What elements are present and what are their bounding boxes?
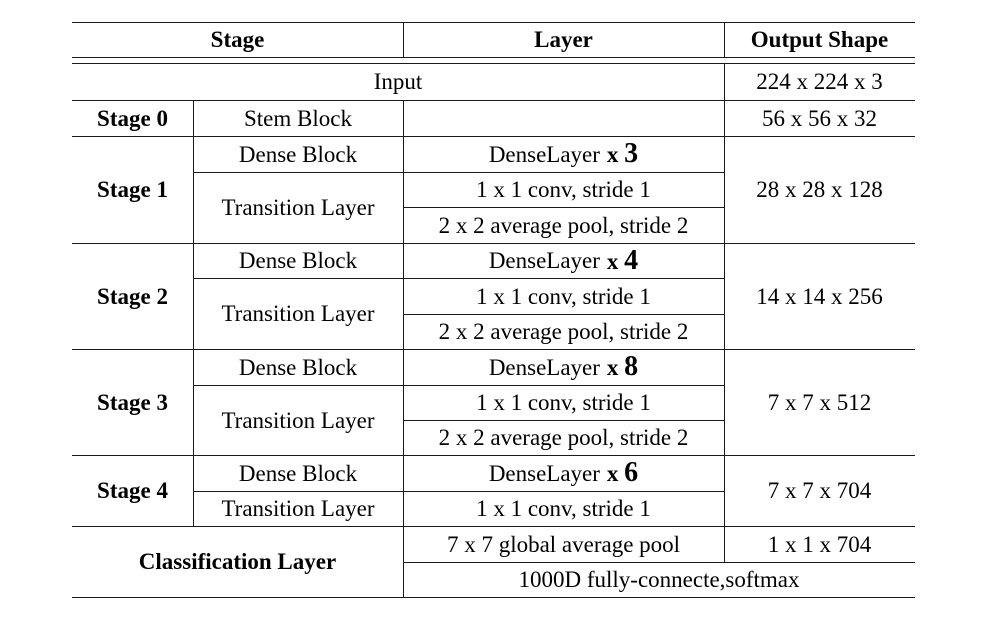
times-sign: x — [606, 248, 619, 274]
stage1-pool: 2 x 2 average pool, stride 2 — [438, 212, 689, 238]
repeat-multiplier: x 4 — [606, 244, 639, 276]
stage3-conv: 1 x 1 conv, stride 1 — [476, 390, 651, 415]
stage3-dense-block: Dense Block — [238, 354, 358, 380]
classification-label: Classification Layer — [138, 549, 337, 574]
input-label: Input — [373, 69, 423, 94]
stage1-output: 28 x 28 x 128 — [756, 177, 883, 202]
stage0-block: Stem Block — [244, 105, 352, 131]
stage1-label: Stage 1 — [97, 177, 168, 202]
stage2-dense-block: Dense Block — [238, 248, 358, 273]
stage2-dense-layer: DenseLayer x 4 — [403, 243, 724, 278]
header-layer: Layer — [534, 27, 593, 52]
repeat-multiplier: x 8 — [607, 353, 638, 381]
stage2-pool: 2 x 2 average pool, stride 2 — [438, 319, 689, 344]
stage3-label: Stage 3 — [97, 389, 168, 415]
stage4-dense-layer: DenseLayer x 6 — [403, 455, 724, 491]
rule-header-1 — [72, 57, 915, 58]
input-output: 224 x 224 x 3 — [756, 69, 883, 94]
dense-layer-text: DenseLayer — [488, 141, 600, 167]
header-output-shape: Output Shape — [750, 27, 889, 52]
classification-pool: 7 x 7 global average pool — [446, 531, 681, 557]
stage2-label: Stage 2 — [97, 283, 168, 309]
dense-layer-text: DenseLayer — [488, 354, 600, 380]
dense-layer-text: DenseLayer — [488, 460, 600, 486]
rule-bottom — [72, 597, 915, 598]
header-stage: Stage — [210, 27, 265, 52]
stage2-transition: Transition Layer — [221, 301, 375, 326]
stage2-output: 14 x 14 x 256 — [756, 283, 883, 309]
repeat-multiplier: x 6 — [607, 459, 638, 487]
repeat-count: 4 — [624, 244, 639, 276]
repeat-count: 8 — [624, 351, 639, 382]
stage3-dense-layer: DenseLayer x 8 — [403, 349, 724, 385]
stage0-output: 56 x 56 x 32 — [762, 105, 877, 131]
stage4-conv: 1 x 1 conv, stride 1 — [476, 496, 651, 521]
times-sign: x — [606, 461, 619, 486]
stage4-label: Stage 4 — [97, 478, 168, 503]
stage1-transition: Transition Layer — [221, 195, 375, 220]
stage3-output: 7 x 7 x 512 — [767, 389, 872, 415]
stage1-dense-block: Dense Block — [238, 141, 358, 167]
classification-fc: 1000D fully-connecte,softmax — [518, 567, 800, 592]
stage3-pool: 2 x 2 average pool, stride 2 — [438, 425, 689, 450]
repeat-count: 3 — [624, 138, 639, 169]
times-sign: x — [606, 142, 619, 167]
stage4-transition: Transition Layer — [221, 496, 375, 521]
classification-pool-output: 1 x 1 x 704 — [767, 531, 872, 557]
stage0-label: Stage 0 — [97, 105, 168, 131]
repeat-multiplier: x 3 — [607, 140, 638, 168]
stage1-conv: 1 x 1 conv, stride 1 — [476, 177, 651, 202]
dense-layer-text: DenseLayer — [488, 248, 600, 273]
stage1-dense-layer: DenseLayer x 3 — [403, 136, 724, 172]
stage3-transition: Transition Layer — [221, 407, 375, 433]
times-sign: x — [606, 355, 619, 380]
stage2-conv: 1 x 1 conv, stride 1 — [476, 283, 651, 309]
repeat-count: 6 — [624, 457, 639, 488]
stage4-dense-block: Dense Block — [238, 460, 358, 486]
stage4-output: 7 x 7 x 704 — [767, 478, 872, 503]
